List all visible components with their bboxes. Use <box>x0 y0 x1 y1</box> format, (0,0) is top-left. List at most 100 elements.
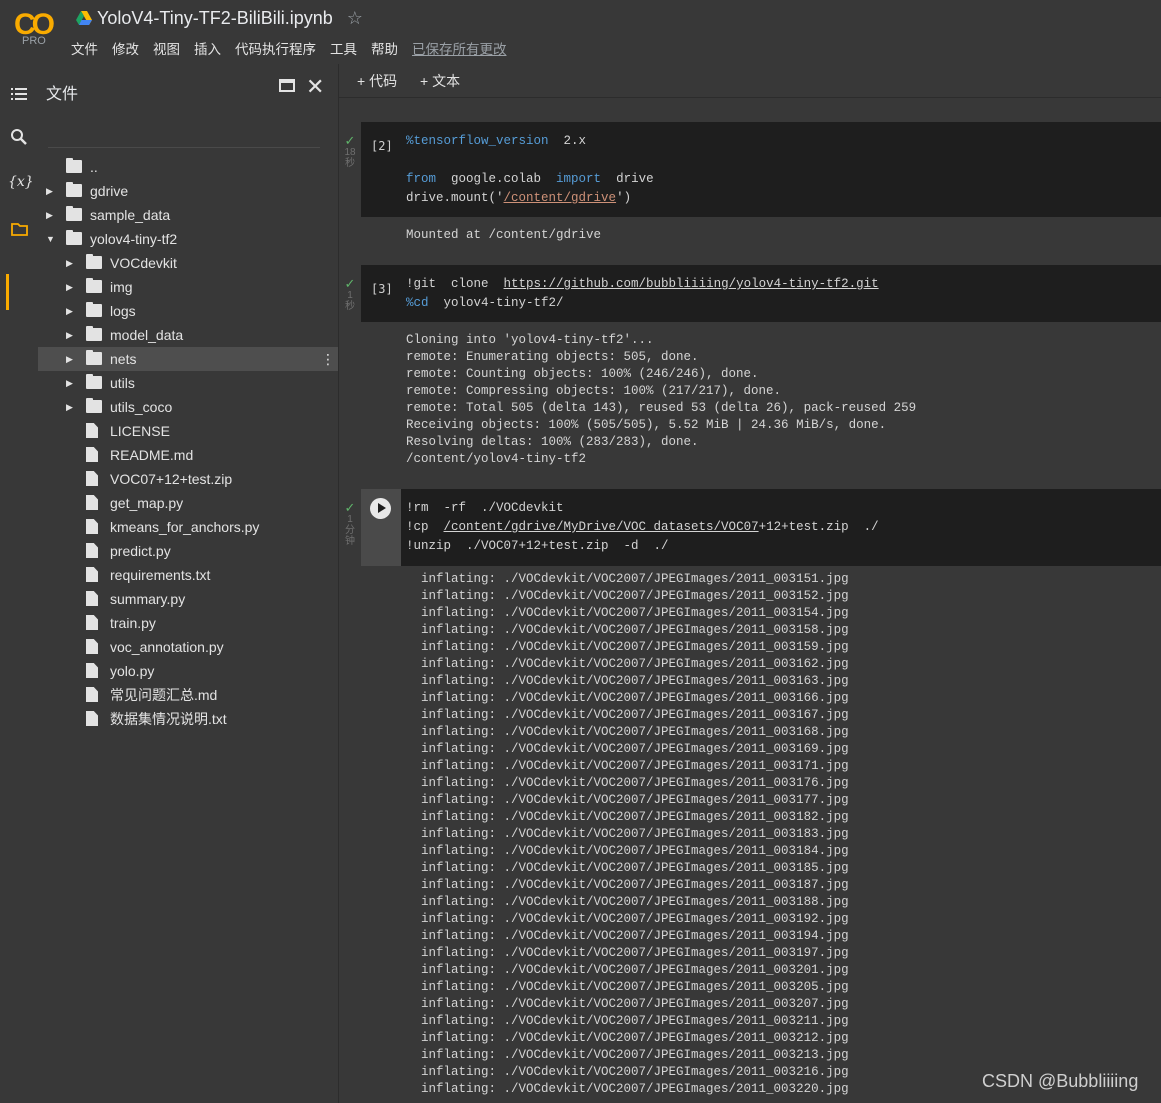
folder-icon <box>86 350 102 365</box>
tree-file[interactable]: train.py <box>38 611 338 635</box>
chevron-right-icon[interactable]: ▶ <box>66 323 73 347</box>
notebook-title[interactable]: YoloV4-Tiny-TF2-BiliBili.ipynb <box>97 8 333 29</box>
tree-folder[interactable]: ▶ VOCdevkit <box>38 251 338 275</box>
tree-folder[interactable]: ▶ sample_data <box>38 203 338 227</box>
output-line: inflating: ./VOCdevkit/VOC2007/JPEGImage… <box>406 997 849 1011</box>
check-icon: ✓ <box>344 133 356 148</box>
toc-icon[interactable] <box>8 83 30 105</box>
more-options-icon[interactable]: ⋮ <box>321 347 335 371</box>
open-in-tab-icon[interactable] <box>279 79 295 92</box>
variables-icon[interactable]: {x} <box>8 171 34 193</box>
menu-item[interactable]: 视图 <box>153 38 180 58</box>
colab-logo[interactable]: CO PRO <box>14 8 58 50</box>
run-cell-button[interactable] <box>370 498 391 519</box>
cell-duration: 1 <box>347 514 353 525</box>
chevron-right-icon[interactable]: ▶ <box>46 179 53 203</box>
output-line: inflating: ./VOCdevkit/VOC2007/JPEGImage… <box>406 963 849 977</box>
execution-count: [3] <box>371 282 393 296</box>
tree-file[interactable]: voc_annotation.py <box>38 635 338 659</box>
chevron-right-icon[interactable]: ▶ <box>66 371 73 395</box>
code-cell[interactable]: [3] !git clone https://github.com/bubblii… <box>361 265 1161 322</box>
menu-item[interactable]: 文件 <box>71 38 98 58</box>
chevron-right-icon[interactable]: ▶ <box>66 299 73 323</box>
chevron-right-icon[interactable]: ▶ <box>46 203 53 227</box>
tree-folder[interactable]: ▶ model_data <box>38 323 338 347</box>
tree-file[interactable]: yolo.py <box>38 659 338 683</box>
file-icon <box>86 711 98 726</box>
file-tree: .. ▶ gdrive ▶ sample_data ▼ yolov4-tiny-tf2 ▶ VO… <box>38 155 338 731</box>
output-line: inflating: ./VOCdevkit/VOC2007/JPEGImage… <box>406 844 849 858</box>
tree-file[interactable]: kmeans_for_anchors.py <box>38 515 338 539</box>
menu-bar: 文件 修改 视图 插入 代码执行程序 工具 帮助 已保存所有更改 <box>71 38 521 58</box>
files-panel: 文件 ✕ .. ▶ gdrive ▶ sample_data ▼ yolov4-tiny-t… <box>38 64 339 1103</box>
menu-item[interactable]: 代码执行程序 <box>235 38 316 58</box>
code-cell[interactable]: [2] %tensorflow_version 2.x from google.co… <box>361 122 1161 217</box>
cell-output: Cloning into 'yolov4-tiny-tf2'... remote:… <box>406 332 916 468</box>
tree-parent[interactable]: .. <box>38 155 338 179</box>
output-line: inflating: ./VOCdevkit/VOC2007/JPEGImage… <box>406 640 849 654</box>
code-editor[interactable]: !git clone https://github.com/bubbliiiin… <box>406 275 879 313</box>
tree-folder[interactable]: ▼ yolov4-tiny-tf2 <box>38 227 338 251</box>
tree-file[interactable]: VOC07+12+test.zip <box>38 467 338 491</box>
menu-item[interactable]: 插入 <box>194 38 221 58</box>
menu-item[interactable]: 修改 <box>112 38 139 58</box>
output-line: inflating: ./VOCdevkit/VOC2007/JPEGImage… <box>406 1048 849 1062</box>
tree-item-label: train.py <box>110 615 156 631</box>
output-line: Mounted at /content/gdrive <box>406 228 602 242</box>
tree-file[interactable]: requirements.txt <box>38 563 338 587</box>
search-icon[interactable] <box>8 126 30 148</box>
chevron-right-icon[interactable]: ▶ <box>66 395 73 419</box>
folder-icon <box>86 302 102 317</box>
chevron-right-icon[interactable]: ▶ <box>66 251 73 275</box>
tree-file[interactable]: predict.py <box>38 539 338 563</box>
top-bar: CO PRO YoloV4-Tiny-TF2-BiliBili.ipynb ☆ … <box>0 0 1161 64</box>
code-cell[interactable]: !rm -rf ./VOCdevkit !cp /content/gdrive/M… <box>361 489 1161 566</box>
output-line: inflating: ./VOCdevkit/VOC2007/JPEGImage… <box>406 861 849 875</box>
file-icon <box>86 447 98 462</box>
output-line: inflating: ./VOCdevkit/VOC2007/JPEGImage… <box>406 946 849 960</box>
code-editor[interactable]: !rm -rf ./VOCdevkit !cp /content/gdrive/M… <box>406 499 879 556</box>
tree-file[interactable]: README.md <box>38 443 338 467</box>
folder-icon[interactable] <box>8 218 30 240</box>
code-editor[interactable]: %tensorflow_version 2.x from google.colab… <box>406 132 654 208</box>
tree-folder[interactable]: ▶ nets ⋮ <box>38 347 338 371</box>
tree-item-label: utils_coco <box>110 399 173 415</box>
menu-item[interactable]: 帮助 <box>371 38 398 58</box>
close-icon[interactable]: ✕ <box>306 74 324 100</box>
tree-folder[interactable]: ▶ gdrive <box>38 179 338 203</box>
tree-item-label: sample_data <box>90 207 171 223</box>
add-text-button[interactable]: + 文本 <box>420 71 460 91</box>
output-line: remote: Enumerating objects: 505, done. <box>406 350 699 364</box>
tree-file[interactable]: 常见问题汇总.md <box>38 683 338 707</box>
output-line: inflating: ./VOCdevkit/VOC2007/JPEGImage… <box>406 895 849 909</box>
output-line: Cloning into 'yolov4-tiny-tf2'... <box>406 333 654 347</box>
code-token: google.colab <box>436 172 557 186</box>
tree-file[interactable]: get_map.py <box>38 491 338 515</box>
chevron-right-icon[interactable]: ▶ <box>66 275 73 299</box>
cell-duration: 钟 <box>345 536 355 547</box>
tree-file[interactable]: 数据集情况说明.txt <box>38 707 338 731</box>
tree-folder[interactable]: ▶ img <box>38 275 338 299</box>
tree-item-label: predict.py <box>110 543 171 559</box>
tree-file[interactable]: summary.py <box>38 587 338 611</box>
tree-file[interactable]: LICENSE <box>38 419 338 443</box>
add-code-button[interactable]: + 代码 <box>357 71 397 91</box>
tree-item-label: 数据集情况说明.txt <box>110 711 227 727</box>
file-icon <box>86 663 98 678</box>
code-token: drive.mount(' <box>406 191 504 205</box>
tree-item-label: README.md <box>110 447 194 463</box>
tree-item-label: gdrive <box>90 183 129 199</box>
output-line: inflating: ./VOCdevkit/VOC2007/JPEGImage… <box>406 827 849 841</box>
tree-item-label: voc_annotation.py <box>110 639 224 655</box>
tree-folder[interactable]: ▶ utils_coco <box>38 395 338 419</box>
tree-folder[interactable]: ▶ logs <box>38 299 338 323</box>
left-rail: {x} <box>0 64 38 1103</box>
tree-folder[interactable]: ▶ utils <box>38 371 338 395</box>
star-icon[interactable]: ☆ <box>347 8 363 29</box>
menu-item[interactable]: 工具 <box>330 38 357 58</box>
save-status[interactable]: 已保存所有更改 <box>412 38 507 58</box>
chevron-right-icon[interactable]: ▶ <box>66 347 73 371</box>
chevron-down-icon[interactable]: ▼ <box>46 227 55 251</box>
notebook-toolbar: + 代码 + 文本 <box>339 64 1161 98</box>
output-line: inflating: ./VOCdevkit/VOC2007/JPEGImage… <box>406 793 849 807</box>
